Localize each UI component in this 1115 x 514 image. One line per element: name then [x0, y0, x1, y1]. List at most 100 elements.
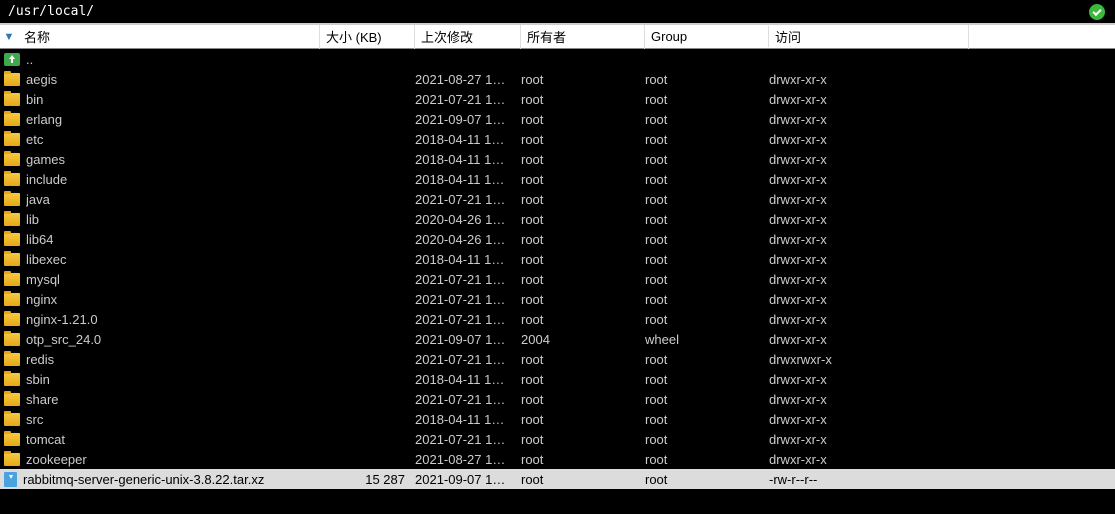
folder-icon — [4, 373, 20, 386]
folder-icon — [4, 113, 20, 126]
path-bar[interactable]: /usr/local/ — [0, 0, 1115, 25]
file-date: 2021-09-07 1… — [415, 112, 521, 127]
file-name: mysql — [26, 272, 60, 287]
folder-icon — [4, 173, 20, 186]
file-row[interactable]: java2021-07-21 1…rootrootdrwxr-xr-x — [0, 189, 1115, 209]
file-permissions: drwxr-xr-x — [769, 232, 969, 247]
file-group: root — [645, 292, 769, 307]
file-permissions: drwxr-xr-x — [769, 372, 969, 387]
file-owner: root — [521, 112, 645, 127]
column-header-modified[interactable]: 上次修改 — [415, 24, 521, 49]
file-permissions: drwxr-xr-x — [769, 412, 969, 427]
file-permissions: drwxr-xr-x — [769, 152, 969, 167]
file-row[interactable]: sbin2018-04-11 1…rootrootdrwxr-xr-x — [0, 369, 1115, 389]
file-row[interactable]: nginx-1.21.02021-07-21 1…rootrootdrwxr-x… — [0, 309, 1115, 329]
file-group: root — [645, 352, 769, 367]
file-permissions: drwxr-xr-x — [769, 332, 969, 347]
file-date: 2021-07-21 1… — [415, 312, 521, 327]
file-name: rabbitmq-server-generic-unix-3.8.22.tar.… — [23, 472, 264, 487]
file-name: src — [26, 412, 43, 427]
parent-dir-row[interactable]: .. — [0, 49, 1115, 69]
file-row[interactable]: share2021-07-21 1…rootrootdrwxr-xr-x — [0, 389, 1115, 409]
file-permissions: drwxr-xr-x — [769, 72, 969, 87]
file-row[interactable]: otp_src_24.02021-09-07 1…2004wheeldrwxr-… — [0, 329, 1115, 349]
column-header-group[interactable]: Group — [645, 26, 769, 47]
file-name: bin — [26, 92, 43, 107]
file-row[interactable]: include2018-04-11 1…rootrootdrwxr-xr-x — [0, 169, 1115, 189]
file-permissions: drwxrwxr-x — [769, 352, 969, 367]
folder-icon — [4, 153, 20, 166]
column-header-perm[interactable]: 访问 — [769, 24, 969, 49]
folder-icon — [4, 193, 20, 206]
file-owner: root — [521, 172, 645, 187]
file-owner: root — [521, 312, 645, 327]
file-row[interactable]: etc2018-04-11 1…rootrootdrwxr-xr-x — [0, 129, 1115, 149]
folder-icon — [4, 133, 20, 146]
folder-icon — [4, 293, 20, 306]
file-owner: 2004 — [521, 332, 645, 347]
file-row[interactable]: tomcat2021-07-21 1…rootrootdrwxr-xr-x — [0, 429, 1115, 449]
file-group: root — [645, 312, 769, 327]
file-date: 2020-04-26 1… — [415, 212, 521, 227]
file-date: 2021-07-21 1… — [415, 432, 521, 447]
file-permissions: drwxr-xr-x — [769, 452, 969, 467]
file-row[interactable]: src2018-04-11 1…rootrootdrwxr-xr-x — [0, 409, 1115, 429]
file-permissions: drwxr-xr-x — [769, 252, 969, 267]
folder-icon — [4, 233, 20, 246]
file-name: zookeeper — [26, 452, 87, 467]
folder-icon — [4, 273, 20, 286]
file-owner: root — [521, 452, 645, 467]
file-permissions: drwxr-xr-x — [769, 392, 969, 407]
file-row[interactable]: erlang2021-09-07 1…rootrootdrwxr-xr-x — [0, 109, 1115, 129]
file-date: 2021-08-27 1… — [415, 72, 521, 87]
file-row[interactable]: mysql2021-07-21 1…rootrootdrwxr-xr-x — [0, 269, 1115, 289]
file-name: redis — [26, 352, 54, 367]
folder-icon — [4, 333, 20, 346]
column-header-row: ▼ 名称 大小 (KB) 上次修改 所有者 Group 访问 — [0, 25, 1115, 49]
file-group: root — [645, 392, 769, 407]
file-date: 2018-04-11 1… — [415, 172, 521, 187]
file-row[interactable]: bin2021-07-21 1…rootrootdrwxr-xr-x — [0, 89, 1115, 109]
archive-icon — [4, 472, 17, 487]
file-name: aegis — [26, 72, 57, 87]
file-row[interactable]: lib2020-04-26 1…rootrootdrwxr-xr-x — [0, 209, 1115, 229]
column-header-name[interactable]: 名称 — [18, 24, 320, 49]
file-group: root — [645, 192, 769, 207]
file-permissions: drwxr-xr-x — [769, 432, 969, 447]
file-group: root — [645, 112, 769, 127]
file-row[interactable]: redis2021-07-21 1…rootrootdrwxrwxr-x — [0, 349, 1115, 369]
file-size: 15 287 — [320, 472, 415, 487]
file-group: root — [645, 372, 769, 387]
file-name: share — [26, 392, 59, 407]
file-group: root — [645, 272, 769, 287]
expand-toggle-icon[interactable]: ▼ — [0, 31, 18, 43]
file-owner: root — [521, 372, 645, 387]
file-owner: root — [521, 472, 645, 487]
file-row[interactable]: libexec2018-04-11 1…rootrootdrwxr-xr-x — [0, 249, 1115, 269]
column-header-size[interactable]: 大小 (KB) — [320, 24, 415, 49]
file-owner: root — [521, 292, 645, 307]
file-group: root — [645, 252, 769, 267]
file-row[interactable]: lib642020-04-26 1…rootrootdrwxr-xr-x — [0, 229, 1115, 249]
file-permissions: drwxr-xr-x — [769, 92, 969, 107]
file-row[interactable]: zookeeper2021-08-27 1…rootrootdrwxr-xr-x — [0, 449, 1115, 469]
file-date: 2021-07-21 1… — [415, 92, 521, 107]
file-row[interactable]: aegis2021-08-27 1…rootrootdrwxr-xr-x — [0, 69, 1115, 89]
file-row[interactable]: games2018-04-11 1…rootrootdrwxr-xr-x — [0, 149, 1115, 169]
file-row[interactable]: rabbitmq-server-generic-unix-3.8.22.tar.… — [0, 469, 1115, 489]
file-owner: root — [521, 72, 645, 87]
column-header-owner[interactable]: 所有者 — [521, 24, 645, 49]
file-permissions: drwxr-xr-x — [769, 132, 969, 147]
file-name: lib64 — [26, 232, 53, 247]
folder-icon — [4, 213, 20, 226]
file-group: root — [645, 232, 769, 247]
file-owner: root — [521, 92, 645, 107]
parent-dir-icon — [4, 53, 20, 66]
file-group: root — [645, 412, 769, 427]
file-owner: root — [521, 432, 645, 447]
file-owner: root — [521, 392, 645, 407]
file-permissions: -rw-r--r-- — [769, 472, 969, 487]
file-group: root — [645, 92, 769, 107]
file-owner: root — [521, 412, 645, 427]
file-row[interactable]: nginx2021-07-21 1…rootrootdrwxr-xr-x — [0, 289, 1115, 309]
